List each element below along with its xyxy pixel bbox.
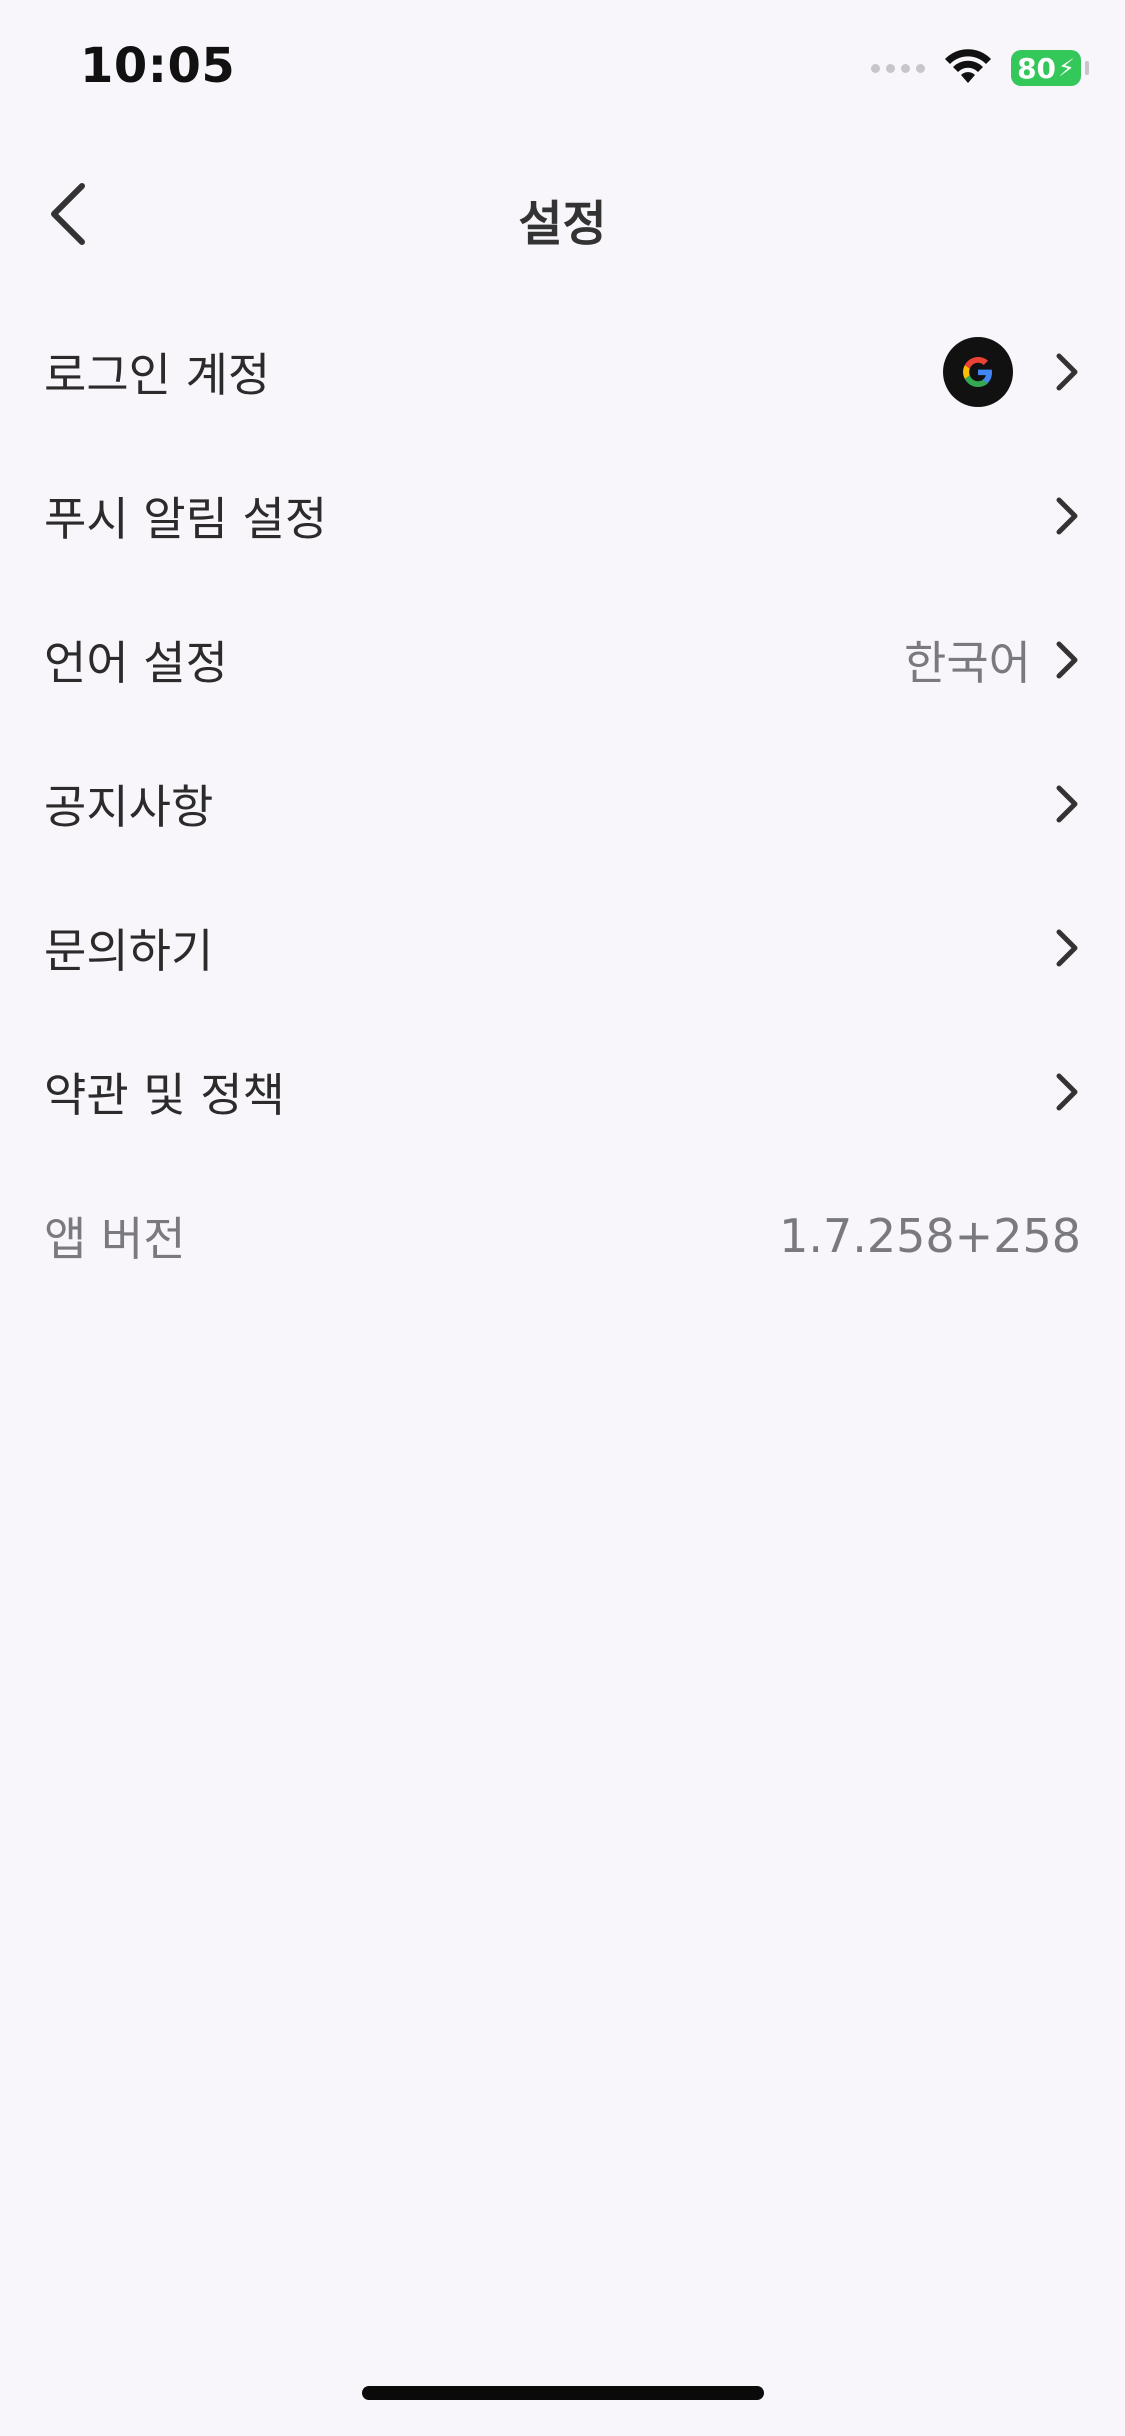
battery-level: 80 [1017,51,1057,85]
settings-row-login-account[interactable]: 로그인 계정 [0,300,1125,444]
settings-row-contact[interactable]: 문의하기 [0,876,1125,1020]
cellular-signal-icon [871,63,925,73]
settings-row-notices[interactable]: 공지사항 [0,732,1125,876]
row-label: 약관 및 정책 [44,1068,285,1122]
status-bar: 10:05 80 ⚡ [0,0,1125,140]
settings-row-terms[interactable]: 약관 및 정책 [0,1020,1125,1164]
wifi-icon [943,47,993,89]
google-icon [943,337,1013,407]
version-value: 1.7.258+258 [779,1209,1081,1263]
chevron-right-icon [1053,782,1081,826]
row-trailing [943,337,1081,407]
row-trailing [1053,926,1081,970]
navigation-bar: 설정 [0,160,1125,270]
settings-row-push-notifications[interactable]: 푸시 알림 설정 [0,444,1125,588]
status-indicators: 80 ⚡ [871,47,1089,89]
settings-row-app-version: 앱 버전 1.7.258+258 [0,1164,1125,1308]
row-label: 로그인 계정 [44,348,271,402]
chevron-right-icon [1053,638,1081,682]
row-trailing [1053,494,1081,538]
chevron-right-icon [1053,494,1081,538]
settings-row-language[interactable]: 언어 설정 한국어 [0,588,1125,732]
chevron-right-icon [1053,350,1081,394]
chevron-right-icon [1053,926,1081,970]
row-trailing: 한국어 [904,627,1081,693]
row-label: 푸시 알림 설정 [44,492,328,546]
row-label: 문의하기 [44,924,214,978]
status-time: 10:05 [80,38,236,94]
home-indicator[interactable] [362,2386,764,2400]
row-label: 언어 설정 [44,636,228,690]
chevron-right-icon [1053,1070,1081,1114]
row-trailing [1053,1070,1081,1114]
settings-list: 로그인 계정 푸시 알림 설정 언어 설정 한국어 공지사항 문의하기 약관 및… [0,300,1125,1308]
row-trailing [1053,782,1081,826]
version-label: 앱 버전 [44,1212,186,1266]
page-title: 설정 [518,196,607,252]
row-label: 공지사항 [44,780,214,834]
row-trailing: 1.7.258+258 [779,1209,1081,1263]
language-value: 한국어 [904,636,1031,690]
battery-icon: 80 ⚡ [1011,50,1089,86]
